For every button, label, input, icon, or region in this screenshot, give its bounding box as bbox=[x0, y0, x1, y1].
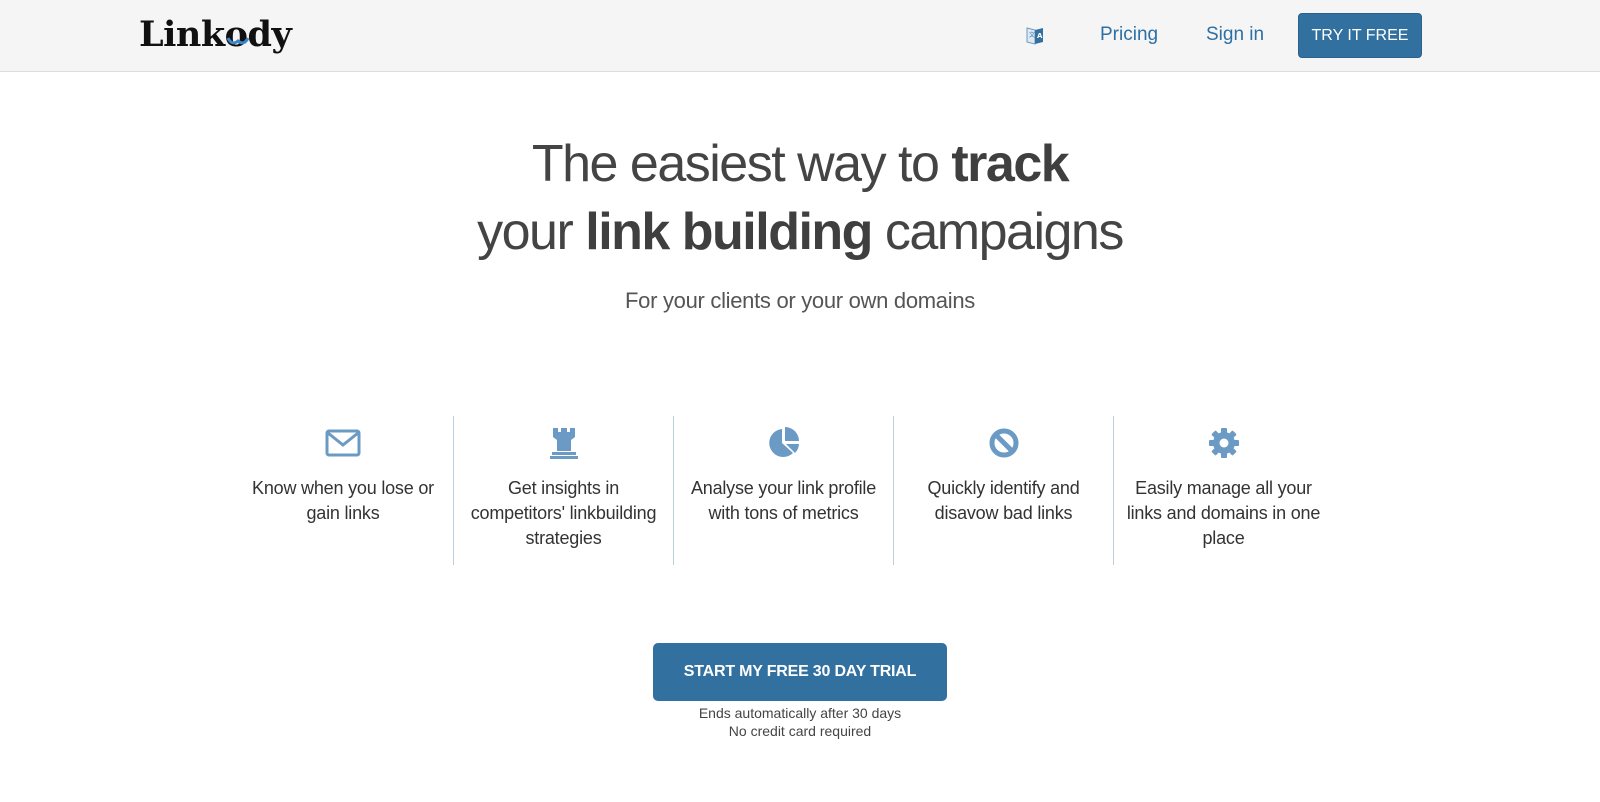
feature-text: Get insights in competitors' linkbuildin… bbox=[470, 478, 657, 548]
nav-signin-link[interactable]: Sign in bbox=[1206, 24, 1264, 46]
top-navbar: Linko dy 文 A Pricing Sign in TRY IT FREE bbox=[0, 0, 1600, 72]
headline-emphasis: track bbox=[951, 135, 1069, 193]
chess-rook-icon bbox=[549, 428, 578, 459]
feature-item: Know when you lose or gain links bbox=[233, 416, 453, 565]
logo-text: Linko dy bbox=[139, 14, 292, 55]
hero-section: The easiest way to track your link build… bbox=[0, 130, 1600, 314]
start-free-trial-button[interactable]: START MY FREE 30 DAY TRIAL bbox=[653, 643, 947, 701]
headline-part: your bbox=[477, 203, 586, 261]
hero-headline: The easiest way to track your link build… bbox=[0, 130, 1600, 266]
cta-note-ends: Ends automatically after 30 days bbox=[698, 705, 902, 721]
cta-section: START MY FREE 30 DAY TRIAL Ends automati… bbox=[0, 643, 1600, 740]
hero-subtitle: For your clients or your own domains bbox=[625, 288, 975, 313]
headline-part: campaigns bbox=[871, 203, 1124, 261]
translate-icon[interactable]: 文 A bbox=[1026, 26, 1044, 46]
logo[interactable]: Linko dy bbox=[139, 10, 292, 60]
headline-part: The easiest way to bbox=[531, 135, 952, 193]
features-row: Know when you lose or gain links Get ins… bbox=[233, 416, 1333, 565]
mustache-icon bbox=[226, 37, 249, 45]
feature-text: Analyse your link profile with tons of m… bbox=[690, 478, 877, 523]
ban-icon bbox=[989, 428, 1018, 458]
headline-emphasis: link building bbox=[585, 203, 873, 261]
feature-item: Get insights in competitors' linkbuildin… bbox=[453, 416, 673, 565]
cta-note-no-card: No credit card required bbox=[728, 723, 872, 739]
envelope-icon bbox=[325, 429, 361, 457]
svg-text:A: A bbox=[1037, 32, 1043, 40]
try-it-free-button[interactable]: TRY IT FREE bbox=[1298, 13, 1422, 58]
pie-chart-icon bbox=[768, 427, 799, 457]
feature-item: Easily manage all your links and domains… bbox=[1113, 416, 1333, 565]
feature-item: Quickly identify and disavow bad links bbox=[893, 416, 1113, 565]
feature-text: Easily manage all your links and domains… bbox=[1126, 478, 1321, 548]
feature-text: Quickly identify and disavow bad links bbox=[927, 478, 1080, 523]
nav-pricing-link[interactable]: Pricing bbox=[1100, 24, 1158, 46]
feature-item: Analyse your link profile with tons of m… bbox=[673, 416, 893, 565]
gear-icon bbox=[1208, 428, 1239, 458]
svg-text:文: 文 bbox=[1029, 31, 1035, 39]
feature-text: Know when you lose or gain links bbox=[252, 478, 434, 523]
